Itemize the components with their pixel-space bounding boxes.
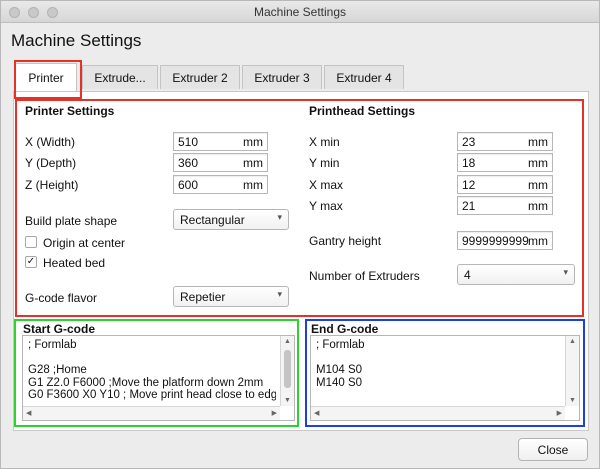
z-height-field[interactable]: 600 mm	[173, 175, 268, 194]
tab-extruder-1[interactable]: Extrude...	[82, 65, 158, 89]
machine-settings-window: Machine Settings Machine Settings Printe…	[0, 0, 600, 469]
title-bar[interactable]: Machine Settings	[1, 1, 599, 23]
arrow-up-icon[interactable]: ▲	[284, 338, 291, 345]
arrow-right-icon[interactable]: ▶	[272, 409, 277, 417]
x-width-unit: mm	[243, 135, 263, 149]
arrow-down-icon[interactable]: ▼	[284, 397, 291, 404]
build-plate-shape-label: Build plate shape	[25, 214, 118, 228]
printhead-settings-title: Printhead Settings	[309, 104, 416, 118]
tab-extruder-4[interactable]: Extruder 4	[324, 65, 404, 89]
x-max-field[interactable]: 12 mm	[457, 175, 553, 194]
arrow-down-icon[interactable]: ▼	[569, 397, 576, 404]
gantry-height-unit: mm	[528, 234, 548, 248]
x-max-value: 12	[462, 178, 476, 192]
heated-bed-label: Heated bed	[43, 256, 106, 270]
printer-settings-title: Printer Settings	[25, 104, 115, 118]
tab-extruder-3[interactable]: Extruder 3	[242, 65, 322, 89]
number-of-extruders-label: Number of Extruders	[309, 269, 420, 283]
y-min-value: 18	[462, 156, 476, 170]
y-depth-unit: mm	[243, 156, 263, 170]
y-max-field[interactable]: 21 mm	[457, 196, 553, 215]
gantry-height-field[interactable]: 9999999999 mm	[457, 231, 553, 250]
end-gcode-horizontal-scrollbar[interactable]: ◀ ▶	[311, 406, 565, 420]
end-gcode-editor[interactable]: ; Formlab M104 S0 M140 S0 ▲ ▼ ◀ ▶	[310, 335, 580, 421]
x-width-label: X (Width)	[25, 135, 76, 149]
number-of-extruders-select[interactable]: 4 ▾	[457, 264, 575, 285]
arrow-up-icon[interactable]: ▲	[569, 338, 576, 345]
x-min-unit: mm	[528, 135, 548, 149]
number-of-extruders-value: 4	[464, 268, 471, 282]
heated-bed-checkbox[interactable]: ✓	[25, 256, 37, 268]
end-gcode-title: End G-code	[311, 322, 379, 336]
y-depth-value: 360	[178, 156, 199, 170]
y-max-label: Y max	[309, 199, 343, 213]
tab-extruder-2[interactable]: Extruder 2	[160, 65, 240, 89]
tab-printer[interactable]: Printer	[15, 63, 77, 91]
y-min-label: Y min	[309, 156, 340, 170]
start-gcode-title: Start G-code	[23, 322, 96, 336]
x-min-value: 23	[462, 135, 476, 149]
window-title: Machine Settings	[253, 5, 347, 19]
y-min-unit: mm	[528, 156, 548, 170]
chevron-down-icon: ▾	[563, 267, 568, 277]
arrow-right-icon[interactable]: ▶	[557, 409, 562, 417]
x-width-field[interactable]: 510 mm	[173, 132, 268, 151]
gcode-flavor-label: G-code flavor	[25, 291, 98, 305]
build-plate-shape-value: Rectangular	[180, 213, 245, 227]
z-height-label: Z (Height)	[25, 178, 79, 192]
chevron-down-icon: ▾	[277, 289, 282, 299]
chevron-down-icon: ▾	[277, 212, 282, 222]
origin-at-center-checkbox[interactable]	[25, 236, 37, 248]
start-gcode-editor[interactable]: ; Formlab G28 ;Home G1 Z2.0 F6000 ;Move …	[22, 335, 295, 421]
end-gcode-text: ; Formlab M104 S0 M140 S0	[316, 339, 365, 389]
build-plate-shape-select[interactable]: Rectangular ▾	[173, 209, 289, 230]
arrow-left-icon[interactable]: ◀	[314, 409, 319, 417]
close-button[interactable]: Close	[518, 438, 588, 461]
gantry-height-label: Gantry height	[309, 234, 382, 248]
arrow-left-icon[interactable]: ◀	[26, 409, 31, 417]
start-gcode-horizontal-scrollbar[interactable]: ◀ ▶	[23, 406, 280, 420]
origin-at-center-label: Origin at center	[43, 236, 126, 250]
y-min-field[interactable]: 18 mm	[457, 153, 553, 172]
z-height-unit: mm	[243, 178, 263, 192]
start-gcode-vertical-scrollbar[interactable]: ▲ ▼	[280, 336, 294, 406]
x-min-label: X min	[309, 135, 340, 149]
x-width-value: 510	[178, 135, 199, 149]
z-height-value: 600	[178, 178, 199, 192]
x-min-field[interactable]: 23 mm	[457, 132, 553, 151]
checkmark-icon: ✓	[26, 256, 36, 267]
end-gcode-vertical-scrollbar[interactable]: ▲ ▼	[565, 336, 579, 406]
gcode-flavor-value: Repetier	[180, 290, 226, 304]
x-max-label: X max	[309, 178, 344, 192]
gcode-flavor-select[interactable]: Repetier ▾	[173, 286, 289, 307]
y-depth-field[interactable]: 360 mm	[173, 153, 268, 172]
start-gcode-text: ; Formlab G28 ;Home G1 Z2.0 F6000 ;Move …	[28, 339, 276, 401]
x-max-unit: mm	[528, 178, 548, 192]
dialog-heading: Machine Settings	[11, 31, 142, 50]
y-depth-label: Y (Depth)	[25, 156, 77, 170]
y-max-unit: mm	[528, 199, 548, 213]
scroll-thumb[interactable]	[284, 350, 291, 388]
y-max-value: 21	[462, 199, 476, 213]
